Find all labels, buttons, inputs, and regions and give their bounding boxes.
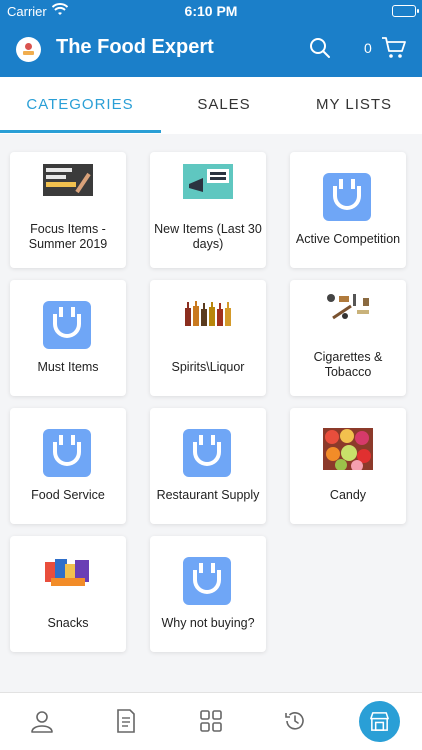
tab-my-lists[interactable]: MY LISTS	[284, 96, 422, 113]
category-card-cigarettes-tobacco[interactable]: Cigarettes & Tobacco	[290, 280, 406, 396]
category-label: New Items (Last 30 days)	[154, 222, 262, 251]
candy-image	[323, 428, 373, 470]
category-card-why-not-buying[interactable]: Why not buying?	[150, 536, 266, 652]
category-card-food-service[interactable]: Food Service	[10, 408, 126, 524]
u-logo-icon	[183, 557, 231, 605]
u-logo-icon	[43, 429, 91, 477]
category-card-must-items[interactable]: Must Items	[10, 280, 126, 396]
new-products-megaphone-image	[183, 164, 233, 199]
liquor-bottles-image	[185, 301, 231, 326]
u-logo-icon	[323, 173, 371, 221]
category-label: Snacks	[47, 616, 89, 630]
u-logo-icon	[183, 429, 231, 477]
category-label: Why not buying?	[161, 616, 255, 630]
category-label: Spirits\Liquor	[171, 360, 245, 374]
app-bar: The Food Expert 0	[0, 22, 422, 77]
category-card-spirits-liquor[interactable]: Spirits\Liquor	[150, 280, 266, 396]
status-bar: Carrier 6:10 PM	[0, 0, 422, 22]
u-logo-icon	[43, 301, 91, 349]
app-logo	[16, 37, 41, 62]
category-card-new-items[interactable]: New Items (Last 30 days)	[150, 152, 266, 268]
cart-count: 0	[364, 40, 372, 56]
tab-categories[interactable]: CATEGORIES	[10, 96, 150, 113]
category-card-restaurant-supply[interactable]: Restaurant Supply	[150, 408, 266, 524]
category-tabs: CATEGORIES SALES MY LISTS	[0, 77, 422, 134]
snacks-image	[45, 559, 89, 586]
category-label: Food Service	[31, 488, 105, 502]
app-title: The Food Expert	[56, 36, 214, 58]
category-label: Must Items	[37, 360, 99, 374]
history-icon[interactable]	[283, 709, 307, 733]
category-card-active-competition[interactable]: Active Competition	[290, 152, 406, 268]
bottom-nav	[0, 692, 422, 750]
store-button[interactable]	[359, 701, 400, 742]
focus-products-image	[43, 164, 93, 196]
category-label: Cigarettes & Tobacco	[313, 350, 383, 379]
profile-icon[interactable]	[30, 709, 54, 733]
category-card-focus-items[interactable]: Focus Items - Summer 2019	[10, 152, 126, 268]
active-tab-indicator	[0, 130, 161, 133]
status-time: 6:10 PM	[184, 3, 238, 19]
battery-icon	[392, 5, 419, 17]
tobacco-accessories-image	[327, 294, 369, 320]
invoice-icon[interactable]	[114, 709, 138, 733]
category-label: Restaurant Supply	[156, 488, 260, 502]
store-icon	[370, 712, 389, 731]
category-card-candy[interactable]: Candy	[290, 408, 406, 524]
category-card-snacks[interactable]: Snacks	[10, 536, 126, 652]
category-label: Active Competition	[295, 232, 401, 246]
category-label: Candy	[329, 488, 367, 502]
search-icon[interactable]	[308, 36, 332, 60]
grid-icon[interactable]	[199, 709, 223, 733]
cart-icon[interactable]	[381, 36, 407, 60]
tab-sales[interactable]: SALES	[154, 96, 294, 113]
category-label: Focus Items - Summer 2019	[28, 222, 108, 251]
